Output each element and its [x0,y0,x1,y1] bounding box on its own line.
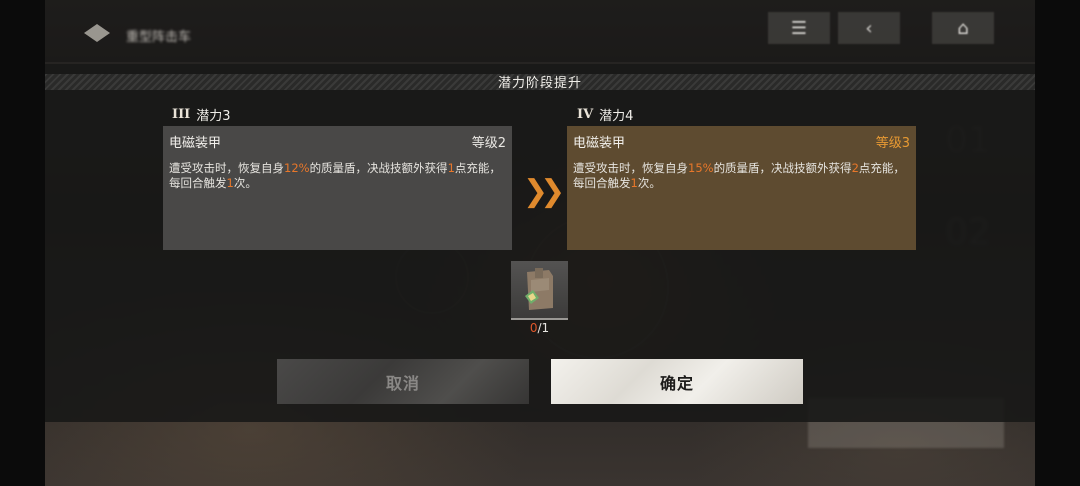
roman-numeral: III [172,107,191,122]
upgrade-material-slot[interactable] [511,261,568,320]
highlight-value: 1 [630,176,638,190]
skill-description: 遭受攻击时，恢复自身12%的质量盾，决战技额外获得1点充能，每回合触发1次。 [169,161,501,190]
highlight-value: 2 [851,161,859,175]
material-count: 0/1 [511,321,568,335]
skill-grade: 等级3 [875,136,910,151]
next-level-label: IV 潜力4 [572,105,634,124]
next-potential-text: 潜力4 [599,109,634,124]
potential-upgrade-dialog: 潜力阶段提升 III 潜力3 电磁装甲 等级2 遭受攻击时，恢复自身12%的质量… [45,64,1035,422]
current-skill-card: 电磁装甲 等级2 遭受攻击时，恢复自身12%的质量盾，决战技额外获得1点充能，每… [163,126,512,250]
right-letterbox [1035,0,1080,486]
left-letterbox [0,0,45,486]
cancel-button[interactable]: 取消 [277,359,529,404]
upgrade-material-icon [525,268,553,310]
skill-name: 电磁装甲 [573,136,626,151]
double-chevron-right-icon: ❯❯ [523,174,565,209]
home-icon[interactable]: ⌂ [932,12,994,44]
material-required: /1 [537,321,550,335]
highlight-value: 1 [447,161,455,175]
confirm-button[interactable]: 确定 [551,359,803,404]
unit-logo-icon [84,24,110,42]
next-skill-card: 电磁装甲 等级3 遭受攻击时，恢复自身15%的质量盾，决战技额外获得2点充能，每… [567,126,916,250]
back-icon[interactable]: ‹ [838,12,900,44]
roman-numeral: IV [572,107,596,122]
current-potential-text: 潜力3 [196,109,231,124]
list-icon[interactable]: ☰ [768,12,830,44]
dialog-title: 潜力阶段提升 [497,76,582,91]
skill-description: 遭受攻击时，恢复自身15%的质量盾，决战技额外获得2点充能，每回合触发1次。 [573,161,905,190]
skill-name: 电磁装甲 [169,136,222,151]
page-title: 重型阵击车 [126,30,192,45]
highlight-value: 1 [226,176,234,190]
highlight-value: 15% [688,161,714,175]
highlight-value: 12% [284,161,310,175]
current-level-label: III 潜力3 [172,105,231,124]
skill-grade: 等级2 [471,136,506,151]
